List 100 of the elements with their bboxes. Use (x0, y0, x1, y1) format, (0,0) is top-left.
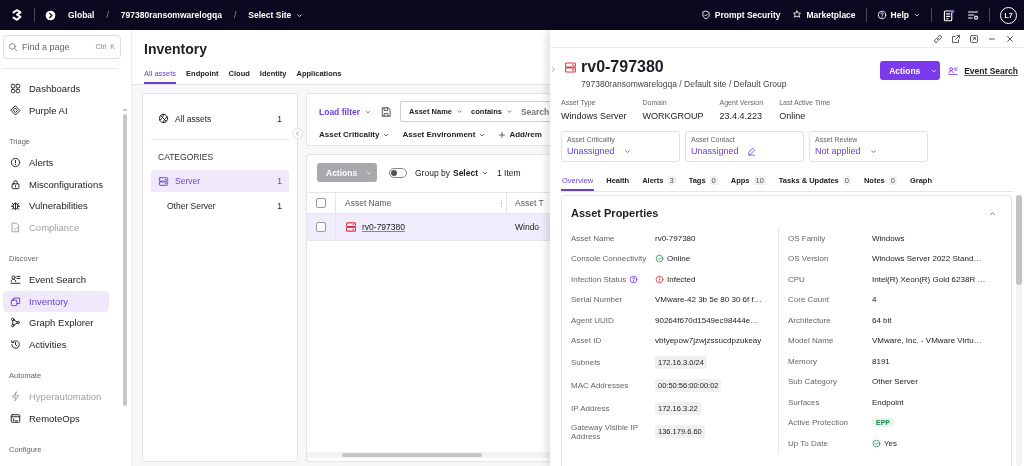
field-value: 23.4.4.223 (719, 111, 764, 121)
checkbox[interactable] (316, 198, 326, 208)
property-label: Subnets (571, 358, 602, 367)
checkbox[interactable] (316, 222, 326, 232)
table-cell: Windo (515, 222, 540, 232)
nav-item[interactable]: Misconfigurations (3, 173, 109, 195)
category-item[interactable]: Other Server 1 (151, 195, 289, 217)
filter-dropdown[interactable]: Asset Criticality (319, 130, 391, 139)
breadcrumb-separator: / (106, 10, 109, 20)
property-label: Model Name (788, 336, 835, 346)
nav-item[interactable]: Dashboards (3, 78, 109, 100)
group-by-dropdown[interactable]: Group by Select (415, 167, 489, 178)
add-filter-button[interactable]: Add/rem (498, 130, 542, 139)
field-value: Online (779, 111, 807, 121)
clipboard-button[interactable] (942, 8, 955, 22)
property-label: Gateway Visible IP Address (571, 422, 639, 441)
list-icon (967, 9, 979, 21)
asset-title: rv0-797380 (581, 58, 664, 76)
property-label: Active Protection (788, 418, 850, 428)
search-field[interactable]: Search (520, 106, 550, 117)
category-item[interactable]: All assets 1 (151, 108, 289, 129)
scope-label: Global (68, 10, 95, 20)
search-icon (8, 42, 18, 52)
property-label: MAC Addresses (571, 381, 630, 390)
save-icon (380, 105, 393, 118)
nav-item[interactable]: Purple AI (3, 99, 109, 121)
field-value: Windows Server (561, 111, 627, 121)
property-value: VMware-42 3b 5e 80 30 6f f… (655, 295, 762, 305)
check-icon (655, 254, 664, 264)
collapse-handle[interactable] (292, 128, 303, 139)
section-heading: CATEGORIES (157, 151, 215, 164)
column-header: Asset T (515, 198, 544, 208)
logo-icon (10, 8, 24, 22)
nav-item[interactable]: Graph Explorer (3, 312, 109, 334)
load-filter-dropdown[interactable]: Load filter (319, 106, 373, 117)
nav-item[interactable]: Vulnerabilities (3, 195, 109, 217)
property-label: Agent UUID (571, 315, 615, 325)
person-list-icon (948, 65, 959, 76)
close-button[interactable] (1005, 33, 1015, 44)
dropdown-field[interactable]: Not applied (815, 146, 878, 156)
save-filter-button[interactable] (380, 105, 393, 118)
asset-link[interactable]: rv0-797380 (362, 222, 405, 232)
property-value: Endpoint (872, 397, 904, 407)
expand-icon (969, 33, 979, 44)
filter-dropdown[interactable]: Asset Environment (402, 130, 487, 139)
property-value: Windows (872, 233, 905, 243)
property-value: 8191 (872, 356, 890, 366)
nav-item[interactable]: Alerts (3, 152, 109, 174)
edit-field[interactable]: Unassigned (691, 146, 756, 156)
nav-item[interactable]: Event Search (3, 269, 109, 291)
status-value: Infected (655, 274, 696, 284)
history-icon (10, 338, 21, 350)
link-button[interactable] (933, 33, 943, 44)
expand-handle[interactable] (550, 66, 557, 73)
chevron-left-icon (294, 130, 301, 137)
property-value: Intel(R) Xeon(R) Gold 6238R … (872, 274, 986, 284)
bug-icon (10, 200, 21, 212)
account-link[interactable]: 797380ransomwarelogqa (120, 10, 222, 20)
header-link[interactable]: Marketplace (792, 10, 856, 20)
header-link[interactable]: Prompt Security (700, 10, 781, 20)
link-icon (933, 33, 943, 44)
property-label: Surfaces (788, 397, 821, 407)
category-item[interactable]: Server 1 (151, 170, 289, 192)
external-link-button[interactable] (951, 33, 961, 44)
nav-item[interactable]: Activities (3, 333, 109, 355)
nav-item[interactable]: RemoteOps (3, 407, 109, 429)
chevron-right-icon (550, 66, 557, 73)
nav-item[interactable]: Inventory (3, 290, 109, 312)
property-value: 64 bit (872, 315, 892, 325)
property-value: 90264f670d1549ec98444e… (655, 315, 759, 325)
list-settings-button[interactable] (967, 9, 979, 21)
star-icon (792, 10, 803, 20)
property-value: Windows Server 2022 Stand… (872, 254, 982, 264)
scrollbar[interactable] (1016, 195, 1022, 466)
graph-icon (10, 317, 21, 329)
status-value: Yes (872, 438, 898, 448)
dropdown-field[interactable]: Unassigned (567, 146, 632, 156)
lock-icon (10, 178, 21, 190)
alert-icon (10, 157, 21, 169)
property-value: 4 (872, 295, 877, 305)
site-selector[interactable]: Select Site (248, 10, 305, 20)
clipboard-icon (942, 8, 955, 22)
item-count: 1 Item (497, 167, 521, 178)
property-value: VMware, Inc. - VMware Virtu… (872, 336, 982, 346)
expand-button[interactable] (969, 33, 979, 44)
card-title: Asset Properties (571, 207, 659, 219)
property-value: vbtyepow7jzwjzssucdpzukeay (655, 336, 762, 346)
server-icon (158, 175, 169, 187)
event-search-link[interactable]: Event Search (948, 61, 1018, 80)
scrollbar[interactable] (307, 452, 550, 458)
help-menu[interactable]: Help (876, 10, 921, 20)
grid-icon (10, 83, 21, 95)
close-icon (1005, 33, 1015, 44)
page-title: Inventory (144, 40, 208, 58)
property-label: Up To Date (788, 438, 829, 448)
caret-icon (456, 108, 464, 115)
actions-button[interactable]: Actions (880, 61, 941, 80)
chevron-icon (45, 9, 56, 21)
shield-icon (700, 10, 711, 20)
property-label: Console Connectivity (571, 254, 648, 264)
